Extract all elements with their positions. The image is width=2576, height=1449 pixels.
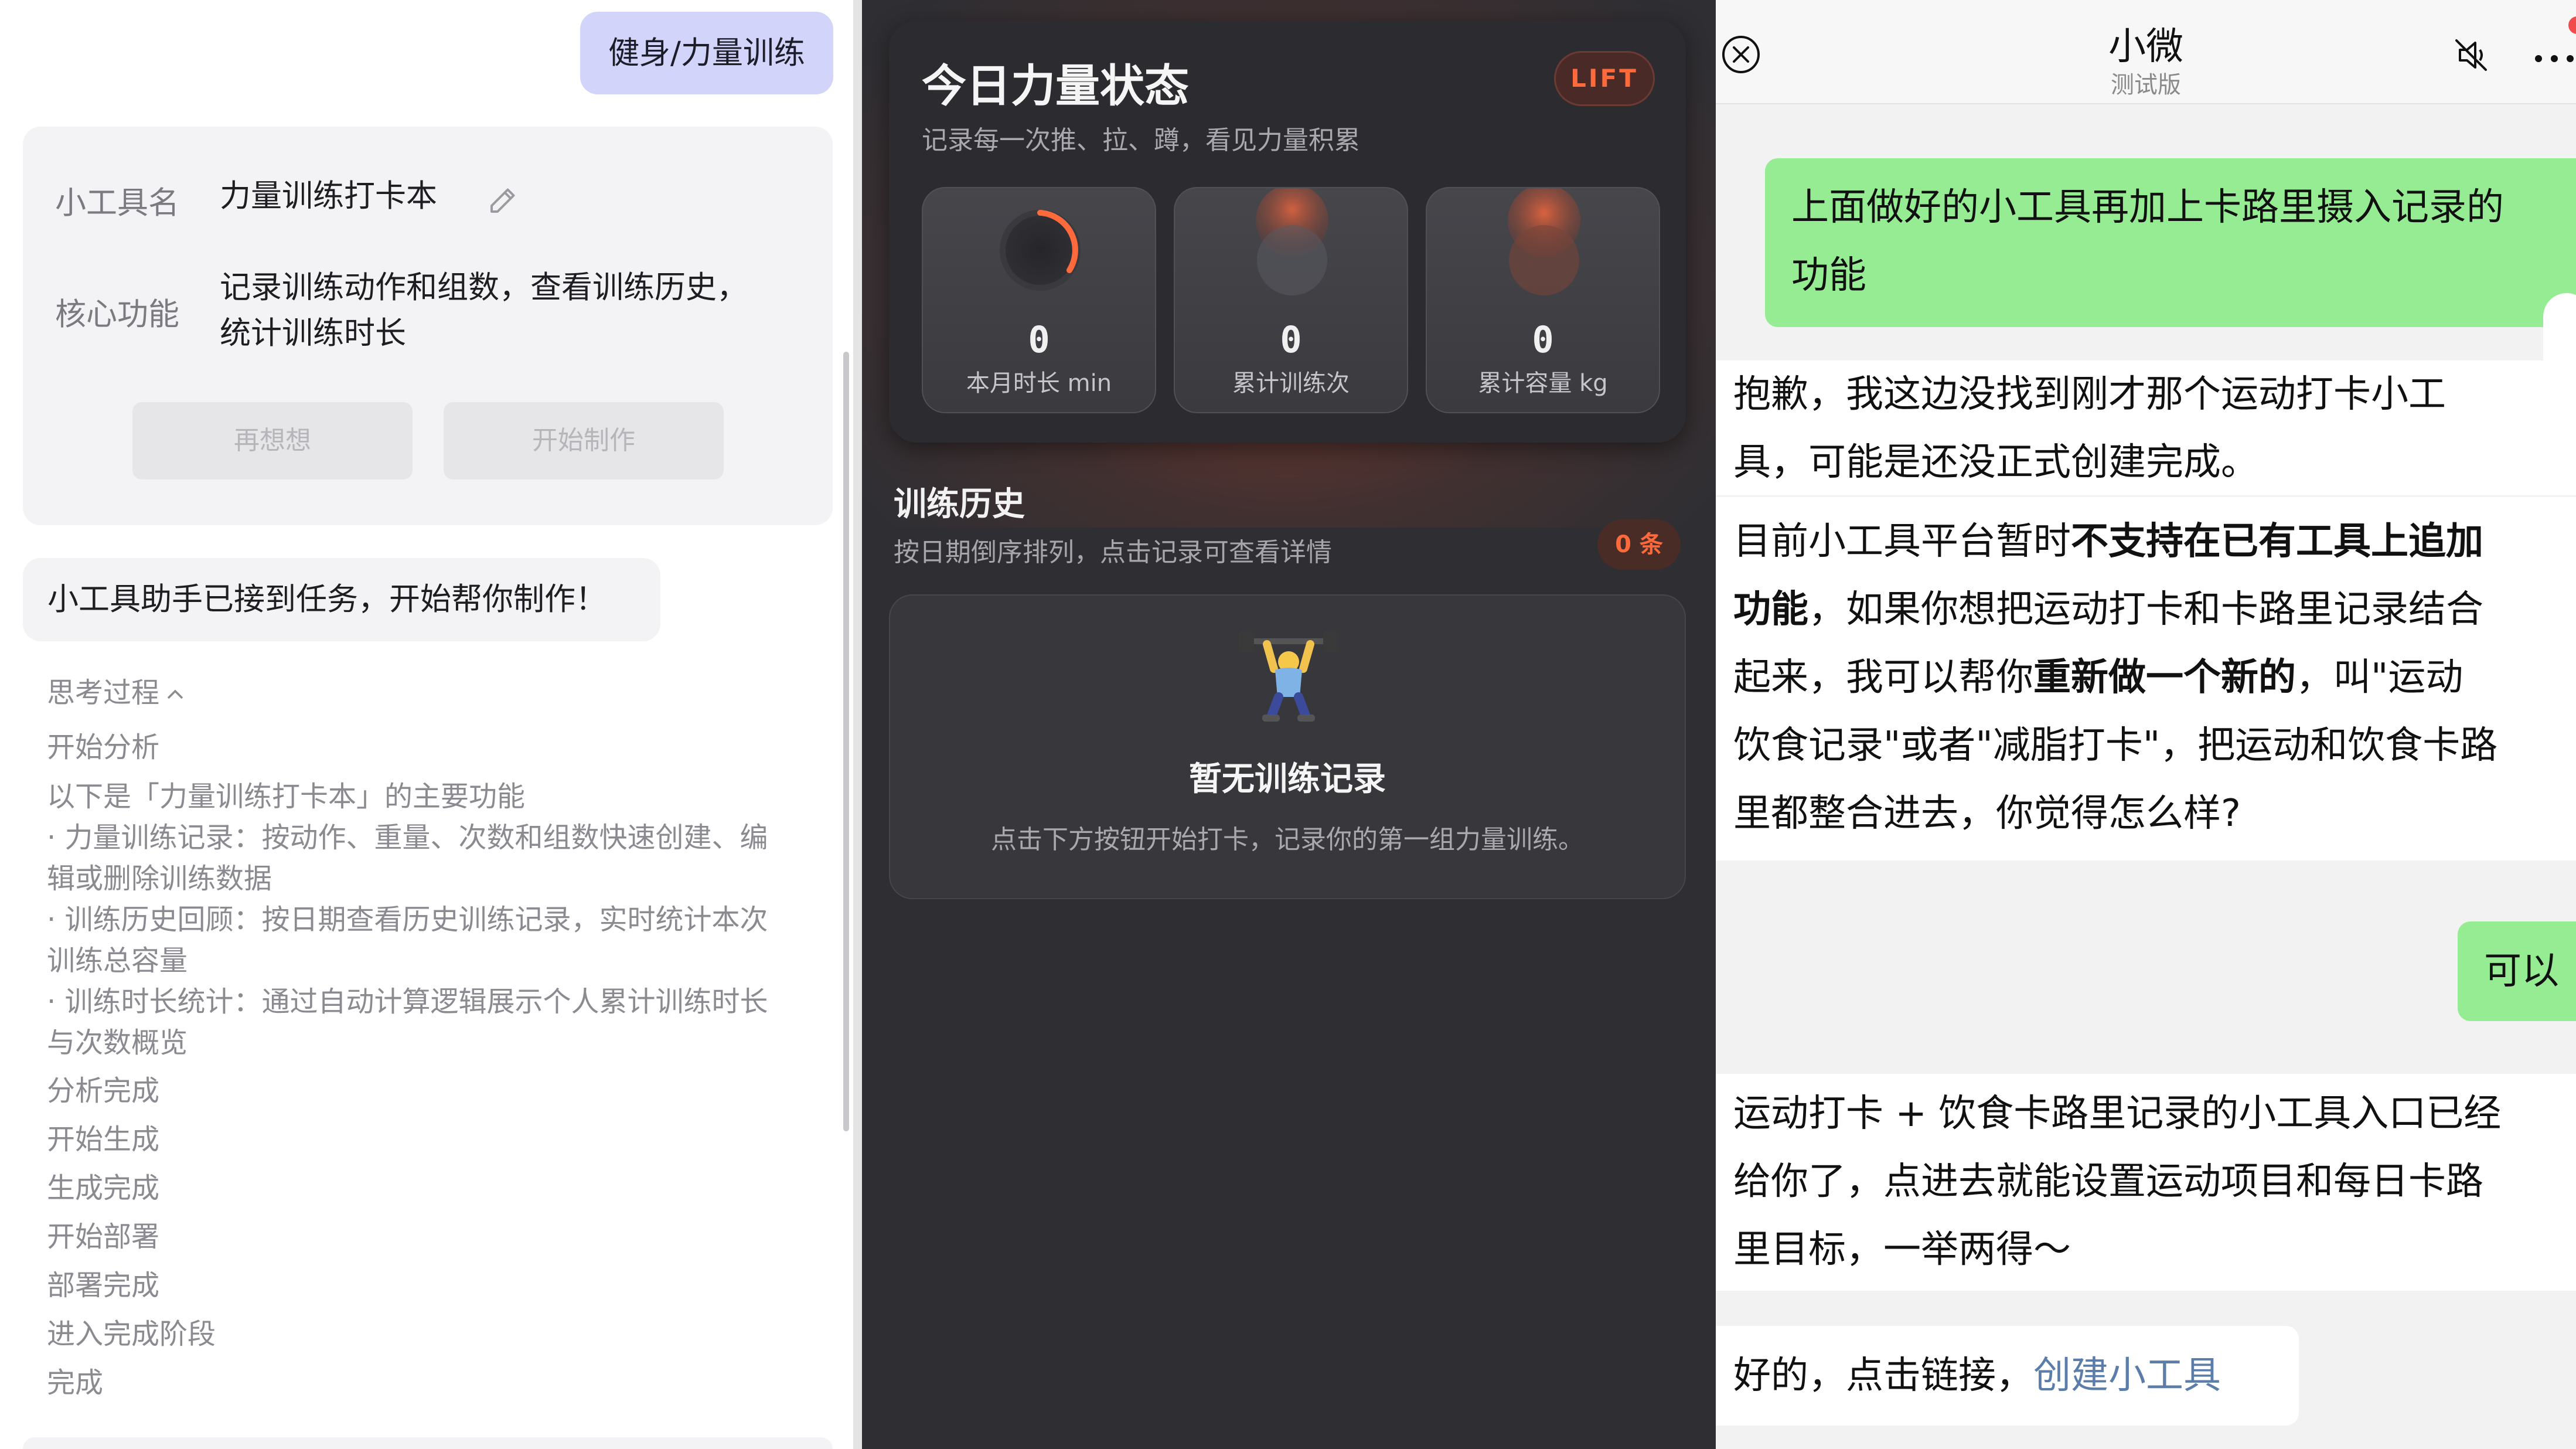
thinking-step: 开始分析 (47, 731, 160, 764)
message-line: 给你了，点进去就能设置运动项目和每日卡路 (1733, 1160, 2483, 1203)
stat-label: 累计训练次 (1232, 370, 1350, 397)
stat-tile-total-sessions: 0 累计训练次 (1174, 187, 1408, 413)
tool-name-value: 力量训练打卡本 (220, 178, 437, 214)
status-subtitle: 记录每一次推、拉、蹲，看见力量积累 (922, 125, 1360, 155)
chat-title: 小微 (2108, 25, 2183, 69)
weightlifter-icon (1239, 630, 1338, 722)
ai-message-bubble: 运动打卡 + 饮食卡路里记录的小工具入口已经 给你了，点进去就能设置运动项目和每… (1716, 1074, 2576, 1291)
volume-blob-icon (1508, 188, 1580, 295)
history-title: 训练历史 (894, 485, 1025, 523)
scrollbar[interactable] (843, 352, 849, 1131)
stat-tile-total-volume: 0 累计容量 kg (1426, 187, 1660, 413)
thinking-step: 与次数概览 (47, 1026, 188, 1059)
message-text: 好的，点击链接， (1733, 1354, 2033, 1397)
core-function-line-2: 统计训练时长 (220, 315, 406, 351)
message-line: 上面做好的小工具再加上卡路里摄入记录的 (1791, 186, 2504, 229)
create-tool-link[interactable]: 创建小工具 (2033, 1354, 2221, 1397)
core-function-line-1: 记录训练动作和组数，查看训练历史， (220, 270, 748, 305)
thinking-step: 开始生成 (47, 1123, 160, 1156)
next-card-edge (23, 1437, 833, 1449)
message-line: 饮食记录"或者"减脂打卡"，把运动和饮食卡路 (1733, 724, 2498, 767)
stat-value: 0 (1532, 318, 1554, 361)
progress-ring-icon (1000, 210, 1081, 291)
ai-message-bubble: 好的，点击链接，创建小工具 (1716, 1326, 2299, 1426)
message-line: 功能 (1791, 254, 1866, 297)
message-line: 里都整合进去，你觉得怎么样? (1733, 792, 2241, 835)
mute-icon[interactable] (2448, 32, 2494, 78)
thinking-step: 生成完成 (47, 1172, 160, 1205)
chevron-up-icon (167, 689, 183, 699)
tool-summary-card: 小工具名 力量训练打卡本 核心功能 记录训练动作和组数，查看训练历史， 统计训练… (23, 127, 833, 525)
thinking-step: 分析完成 (47, 1074, 160, 1107)
thinking-step: · 力量训练记录：按动作、重量、次数和组数快速创建、编 (47, 821, 768, 854)
thinking-step: · 训练历史回顾：按日期查看历史训练记录，实时统计本次 (47, 903, 768, 936)
user-message-bubble: 上面做好的小工具再加上卡路里摄入记录的 功能 (1765, 158, 2576, 327)
message-text: ，叫"运动 (2296, 656, 2463, 699)
stat-tile-monthly-duration: 0 本月时长 min (922, 187, 1156, 413)
thinking-step: 以下是「力量训练打卡本」的主要功能 (47, 780, 526, 813)
start-making-button[interactable]: 开始制作 (444, 402, 724, 479)
empty-state-subtitle: 点击下方按钮开始打卡，记录你的第一组力量训练。 (991, 825, 1584, 855)
thinking-step: 辑或删除训练数据 (47, 862, 272, 895)
message-line: 具，可能是还没正式创建完成。 (1733, 441, 2258, 484)
message-line: 运动打卡 + 饮食卡路里记录的小工具入口已经 (1733, 1092, 2502, 1135)
message-line: 目前小工具平台暂时不支持在已有工具上追加 (1733, 508, 2576, 576)
chat-panel: 小微 测试版 上面做好的小工具再加上卡路里摄入记录的 功能 抱歉，我这边没找到刚… (1716, 0, 2576, 1449)
rethink-button[interactable]: 再想想 (132, 402, 413, 479)
history-count-badge: 0 条 (1597, 519, 1681, 570)
message-text: 目前小工具平台暂时 (1733, 520, 2071, 563)
message-line: 里目标，一举两得～ (1733, 1228, 2071, 1271)
history-subtitle: 按日期倒序排列，点击记录可查看详情 (894, 538, 1332, 567)
strength-tracker-app: 今日力量状态 LIFT 记录每一次推、拉、蹲，看见力量积累 0 本月时长 min (862, 0, 1716, 1449)
tool-builder-panel: 健身/力量训练 小工具名 力量训练打卡本 核心功能 记录训练动作和组数，查看训练… (0, 0, 853, 1449)
message-bold-text: 功能 (1733, 588, 1808, 631)
core-function-label: 核心功能 (55, 297, 179, 332)
ai-message-bubble: 抱歉，我这边没找到刚才那个运动打卡小工 具，可能是还没正式创建完成。 (1716, 360, 2576, 495)
message-text: ，如果你想把运动打卡和卡路里记录结合 (1808, 588, 2483, 631)
message-text: 起来，我可以帮你 (1733, 656, 2033, 699)
thinking-step: 训练总容量 (47, 944, 188, 977)
stat-value: 0 (1028, 318, 1050, 361)
sessions-blob-icon (1256, 188, 1328, 295)
message-bold-text: 重新做一个新的 (2033, 656, 2296, 699)
message-bold-text: 不支持在已有工具上追加 (2071, 520, 2483, 563)
status-title: 今日力量状态 (922, 60, 1189, 112)
thinking-header-label: 思考过程 (47, 676, 160, 709)
stat-label: 累计容量 kg (1478, 370, 1608, 397)
message-line: 抱歉，我这边没找到刚才那个运动打卡小工 (1733, 373, 2446, 416)
message-line: 功能，如果你想把运动打卡和卡路里记录结合 (1733, 576, 2576, 644)
user-message-bubble: 健身/力量训练 (580, 12, 833, 94)
panel-divider (853, 0, 862, 1449)
edit-pencil-icon[interactable] (486, 182, 521, 217)
empty-history-card: 暂无训练记录 点击下方按钮开始打卡，记录你的第一组力量训练。 (889, 594, 1686, 899)
thinking-step: 部署完成 (47, 1269, 160, 1302)
today-status-card: 今日力量状态 LIFT 记录每一次推、拉、蹲，看见力量积累 0 本月时长 min (889, 21, 1686, 443)
thinking-step: 完成 (47, 1366, 104, 1399)
thinking-process-toggle[interactable]: 思考过程 (47, 669, 185, 710)
message-line: 起来，我可以帮你重新做一个新的，叫"运动 (1733, 644, 2576, 712)
stat-label: 本月时长 min (966, 370, 1112, 397)
thinking-step: 开始部署 (47, 1220, 160, 1253)
lift-badge: LIFT (1554, 51, 1655, 106)
more-options-icon[interactable] (2533, 53, 2576, 64)
thinking-step: · 训练时长统计：通过自动计算逻辑展示个人累计训练时长 (47, 985, 768, 1018)
assistant-message-bubble: 小工具助手已接到任务，开始帮你制作！ (23, 558, 660, 641)
chat-header: 小微 测试版 (1716, 0, 2576, 104)
stat-value: 0 (1280, 318, 1302, 361)
ai-message-bubble: 目前小工具平台暂时不支持在已有工具上追加 功能，如果你想把运动打卡和卡路里记录结… (1716, 497, 2576, 860)
chat-subtitle: 测试版 (2111, 72, 2181, 98)
empty-state-title: 暂无训练记录 (1189, 760, 1386, 798)
thinking-step: 进入完成阶段 (47, 1318, 216, 1351)
tool-name-label: 小工具名 (55, 185, 179, 221)
user-message-bubble: 可以 (2458, 921, 2576, 1021)
